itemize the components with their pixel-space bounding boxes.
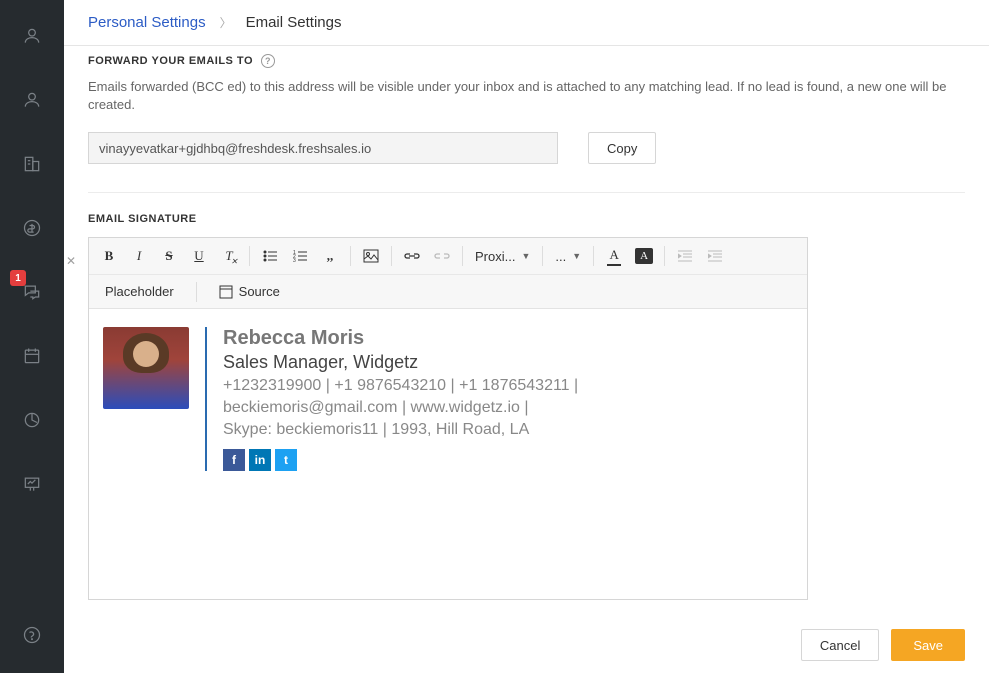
strike-button[interactable]: S bbox=[155, 242, 183, 270]
ordered-list-button[interactable]: 123 bbox=[286, 242, 314, 270]
facebook-icon[interactable]: f bbox=[223, 449, 245, 471]
signature-name: Rebecca Moris bbox=[223, 327, 578, 350]
sidebar-item-calendar[interactable] bbox=[14, 338, 50, 374]
sidebar-item-help[interactable] bbox=[14, 617, 50, 653]
source-label: Source bbox=[239, 284, 280, 299]
text-color-button[interactable]: A bbox=[600, 242, 628, 270]
font-size-label: ... bbox=[555, 249, 566, 264]
linkedin-icon[interactable]: in bbox=[249, 449, 271, 471]
quote-button[interactable]: ,, bbox=[316, 242, 344, 270]
sidebar-item-contacts[interactable] bbox=[14, 82, 50, 118]
outdent-button bbox=[671, 242, 699, 270]
copy-button[interactable]: Copy bbox=[588, 132, 656, 164]
image-button[interactable] bbox=[357, 242, 385, 270]
signature-section-title: EMAIL SIGNATURE bbox=[88, 213, 965, 225]
bg-color-button[interactable]: A bbox=[630, 242, 658, 270]
sidebar-item-accounts[interactable] bbox=[14, 146, 50, 182]
source-button[interactable]: Source bbox=[209, 278, 290, 306]
save-button[interactable]: Save bbox=[891, 629, 965, 661]
divider bbox=[88, 192, 965, 193]
notification-badge: 1 bbox=[10, 270, 26, 286]
signature-phones: +1232319900 | +1 9876543210 | +1 1876543… bbox=[223, 377, 578, 395]
unlink-button bbox=[428, 242, 456, 270]
signature-separator bbox=[205, 327, 207, 471]
caret-down-icon: ▼ bbox=[521, 251, 530, 261]
help-icon[interactable]: ? bbox=[261, 54, 275, 68]
sidebar-item-dashboard[interactable] bbox=[14, 466, 50, 502]
svg-text:3: 3 bbox=[293, 258, 296, 262]
twitter-icon[interactable]: t bbox=[275, 449, 297, 471]
editor-toolbar: B I S U T✕ 123 ,, bbox=[89, 238, 807, 309]
signature-editor: B I S U T✕ 123 ,, bbox=[88, 237, 808, 600]
clear-format-button[interactable]: T✕ bbox=[215, 242, 243, 270]
font-family-label: Proxi... bbox=[475, 249, 515, 264]
underline-button[interactable]: U bbox=[185, 242, 213, 270]
editor-body[interactable]: Rebecca Moris Sales Manager, Widgetz +12… bbox=[89, 309, 807, 599]
breadcrumb: Personal Settings 〉 Email Settings bbox=[64, 0, 989, 46]
breadcrumb-parent-link[interactable]: Personal Settings bbox=[88, 14, 206, 31]
sidebar-item-deals[interactable] bbox=[14, 210, 50, 246]
signature-avatar bbox=[103, 327, 189, 409]
cancel-button[interactable]: Cancel bbox=[801, 629, 879, 661]
forward-section-title: FORWARD YOUR EMAILS TO ? bbox=[88, 54, 965, 68]
chevron-right-icon: 〉 bbox=[220, 14, 232, 31]
left-sidebar: 1 bbox=[0, 0, 64, 673]
signature-role: Sales Manager, Widgetz bbox=[223, 352, 578, 373]
forward-email-input[interactable] bbox=[88, 132, 558, 164]
italic-button[interactable]: I bbox=[125, 242, 153, 270]
placeholder-button[interactable]: Placeholder bbox=[95, 278, 184, 306]
font-size-select[interactable]: ... ▼ bbox=[549, 242, 587, 270]
signature-contact: beckiemoris@gmail.com | www.widgetz.io | bbox=[223, 399, 578, 417]
indent-button bbox=[701, 242, 729, 270]
sidebar-item-reports[interactable] bbox=[14, 402, 50, 438]
breadcrumb-current: Email Settings bbox=[246, 14, 342, 31]
signature-address: Skype: beckiemoris11 | 1993, Hill Road, … bbox=[223, 421, 578, 439]
forward-title-text: FORWARD YOUR EMAILS TO bbox=[88, 55, 253, 67]
link-button[interactable] bbox=[398, 242, 426, 270]
sidebar-item-profile[interactable] bbox=[14, 18, 50, 54]
font-family-select[interactable]: Proxi... ▼ bbox=[469, 242, 536, 270]
forward-description: Emails forwarded (BCC ed) to this addres… bbox=[88, 78, 965, 114]
unordered-list-button[interactable] bbox=[256, 242, 284, 270]
bold-button[interactable]: B bbox=[95, 242, 123, 270]
sidebar-item-conversations[interactable]: 1 bbox=[14, 274, 50, 310]
caret-down-icon: ▼ bbox=[572, 251, 581, 261]
source-icon bbox=[219, 285, 233, 299]
